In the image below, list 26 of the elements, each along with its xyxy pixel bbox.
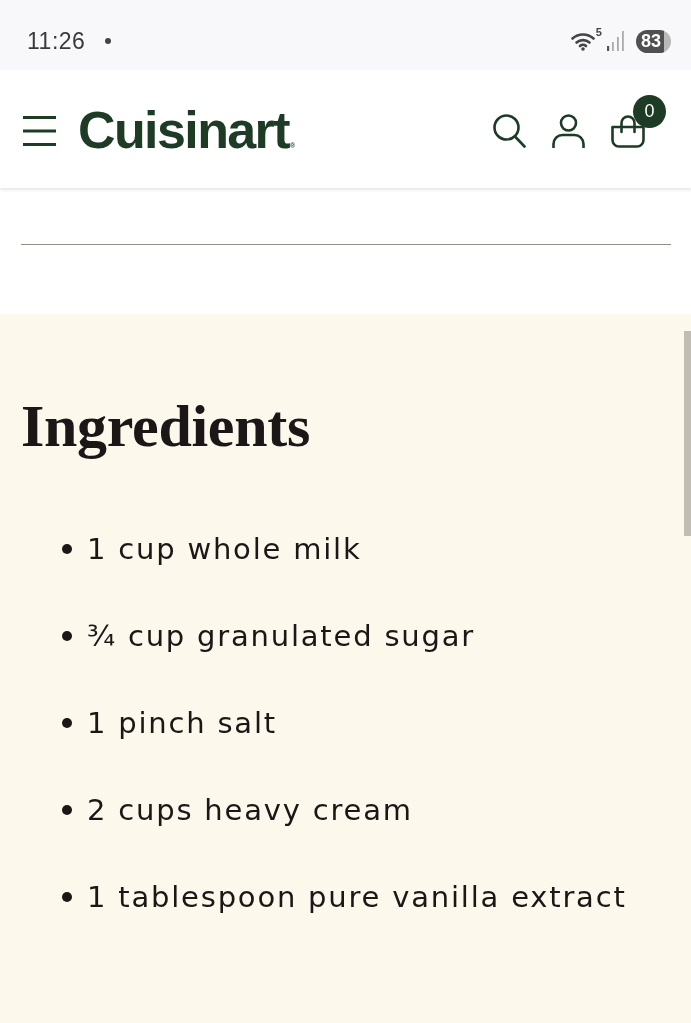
battery-indicator: 83	[635, 29, 671, 53]
bullet-icon	[62, 718, 72, 728]
menu-icon	[23, 116, 56, 146]
cart-button[interactable]	[611, 114, 645, 148]
cart-count-badge: 0	[633, 94, 666, 128]
bullet-icon	[62, 892, 72, 902]
search-icon	[493, 114, 526, 148]
ingredient-item: 2 cups heavy cream	[87, 793, 413, 827]
ingredient-item: ¾ cup granulated sugar	[87, 619, 475, 653]
menu-button[interactable]	[23, 116, 56, 146]
bullet-icon	[62, 805, 72, 815]
shopping-bag-icon	[611, 114, 645, 148]
search-button[interactable]	[493, 114, 526, 148]
signal-icon	[606, 31, 627, 51]
user-icon	[552, 114, 585, 148]
bullet-icon	[62, 631, 72, 641]
ingredient-item: 1 cup whole milk	[87, 532, 362, 566]
scrollbar[interactable]	[684, 331, 691, 536]
ingredient-item: 1 pinch salt	[87, 706, 277, 740]
account-button[interactable]	[552, 114, 585, 148]
wifi-generation-label: 5	[595, 25, 602, 38]
wifi-icon	[570, 31, 595, 51]
bullet-icon	[62, 544, 72, 554]
status-time: 11:26	[27, 27, 86, 55]
notification-dot-icon	[105, 38, 112, 44]
ingredient-item: 1 tablespoon pure vanilla extract	[87, 880, 627, 914]
